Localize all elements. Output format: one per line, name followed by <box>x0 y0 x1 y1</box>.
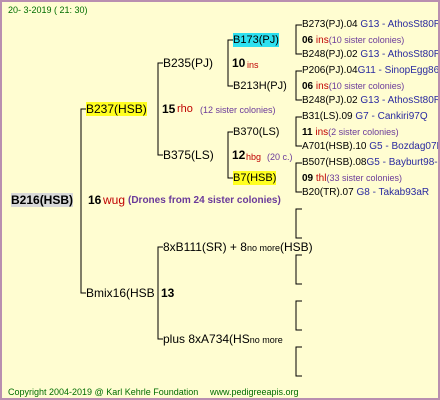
right-line: B273(PJ).04 G13 - AthosSt80R <box>302 19 440 30</box>
right-line: B248(PJ).02 G13 - AthosSt80R <box>302 95 440 106</box>
header-date: 20- 3-2019 ( 21: 30) <box>8 5 88 15</box>
root-sign: wug <box>103 193 126 207</box>
ds-queen: B375(LS) <box>163 148 214 162</box>
ds-sign: hbg <box>246 152 262 162</box>
right-line: 06 ins(10 sister colonies) <box>302 81 405 92</box>
ss-queen: plus 8xA734(HSno more <box>163 332 283 346</box>
root-queen: B216(HSB) <box>11 193 74 207</box>
dd-sign: ins <box>247 60 259 70</box>
dsd-queen: B370(LS) <box>233 126 280 138</box>
footer-copyright: Copyright 2004-2019 @ Karl Kehrle Founda… <box>8 387 199 397</box>
right-line: B31(LS).09 G7 - Cankiri97Q <box>302 111 428 122</box>
root-age: 16 <box>88 193 102 207</box>
ddd-queen: B173(PJ) <box>233 33 279 47</box>
pedigree-chart: 20- 3-2019 ( 21: 30) B216(HSB) 16 wug (D… <box>0 0 440 400</box>
dam-note: (12 sister colonies) <box>200 105 276 115</box>
right-line: 11 ins(2 sister colonies) <box>302 127 399 138</box>
right-line: 09 thl(33 sister colonies) <box>302 173 402 184</box>
right-line: B20(TR).07 G8 - Takab93aR <box>302 187 430 198</box>
dds-queen: B213H(PJ) <box>233 80 287 92</box>
dd-queen: B235(PJ) <box>163 56 214 70</box>
dss-queen: B7(HSB) <box>233 171 277 185</box>
right-line: A701(HSB).10 G5 - Bozdag07R <box>302 141 440 152</box>
sire-queen: Bmix16(HSB <box>86 286 155 300</box>
right-line: P206(PJ).04G11 - SinopEgg86R <box>302 65 440 76</box>
sd-queen: 8xB111(SR) + 8no more(HSB) <box>163 240 313 254</box>
dd-age: 10 <box>232 56 246 70</box>
right-line: B507(HSB).08G5 - Bayburt98-3 <box>302 157 440 168</box>
right-line: 06 ins(10 sister colonies) <box>302 35 405 46</box>
dam-sign: rho <box>177 103 193 115</box>
right-line: B248(PJ).02 G13 - AthosSt80R <box>302 49 440 60</box>
dam-queen: B237(HSB) <box>86 102 147 116</box>
dam-age: 15 <box>162 102 176 116</box>
root-note: (Drones from 24 sister colonies) <box>128 195 281 206</box>
ds-age: 12 <box>232 148 246 162</box>
sire-age: 13 <box>161 286 175 300</box>
ds-note: (20 c.) <box>267 152 293 162</box>
footer-site-link[interactable]: www.pedigreeapis.org <box>210 385 299 398</box>
